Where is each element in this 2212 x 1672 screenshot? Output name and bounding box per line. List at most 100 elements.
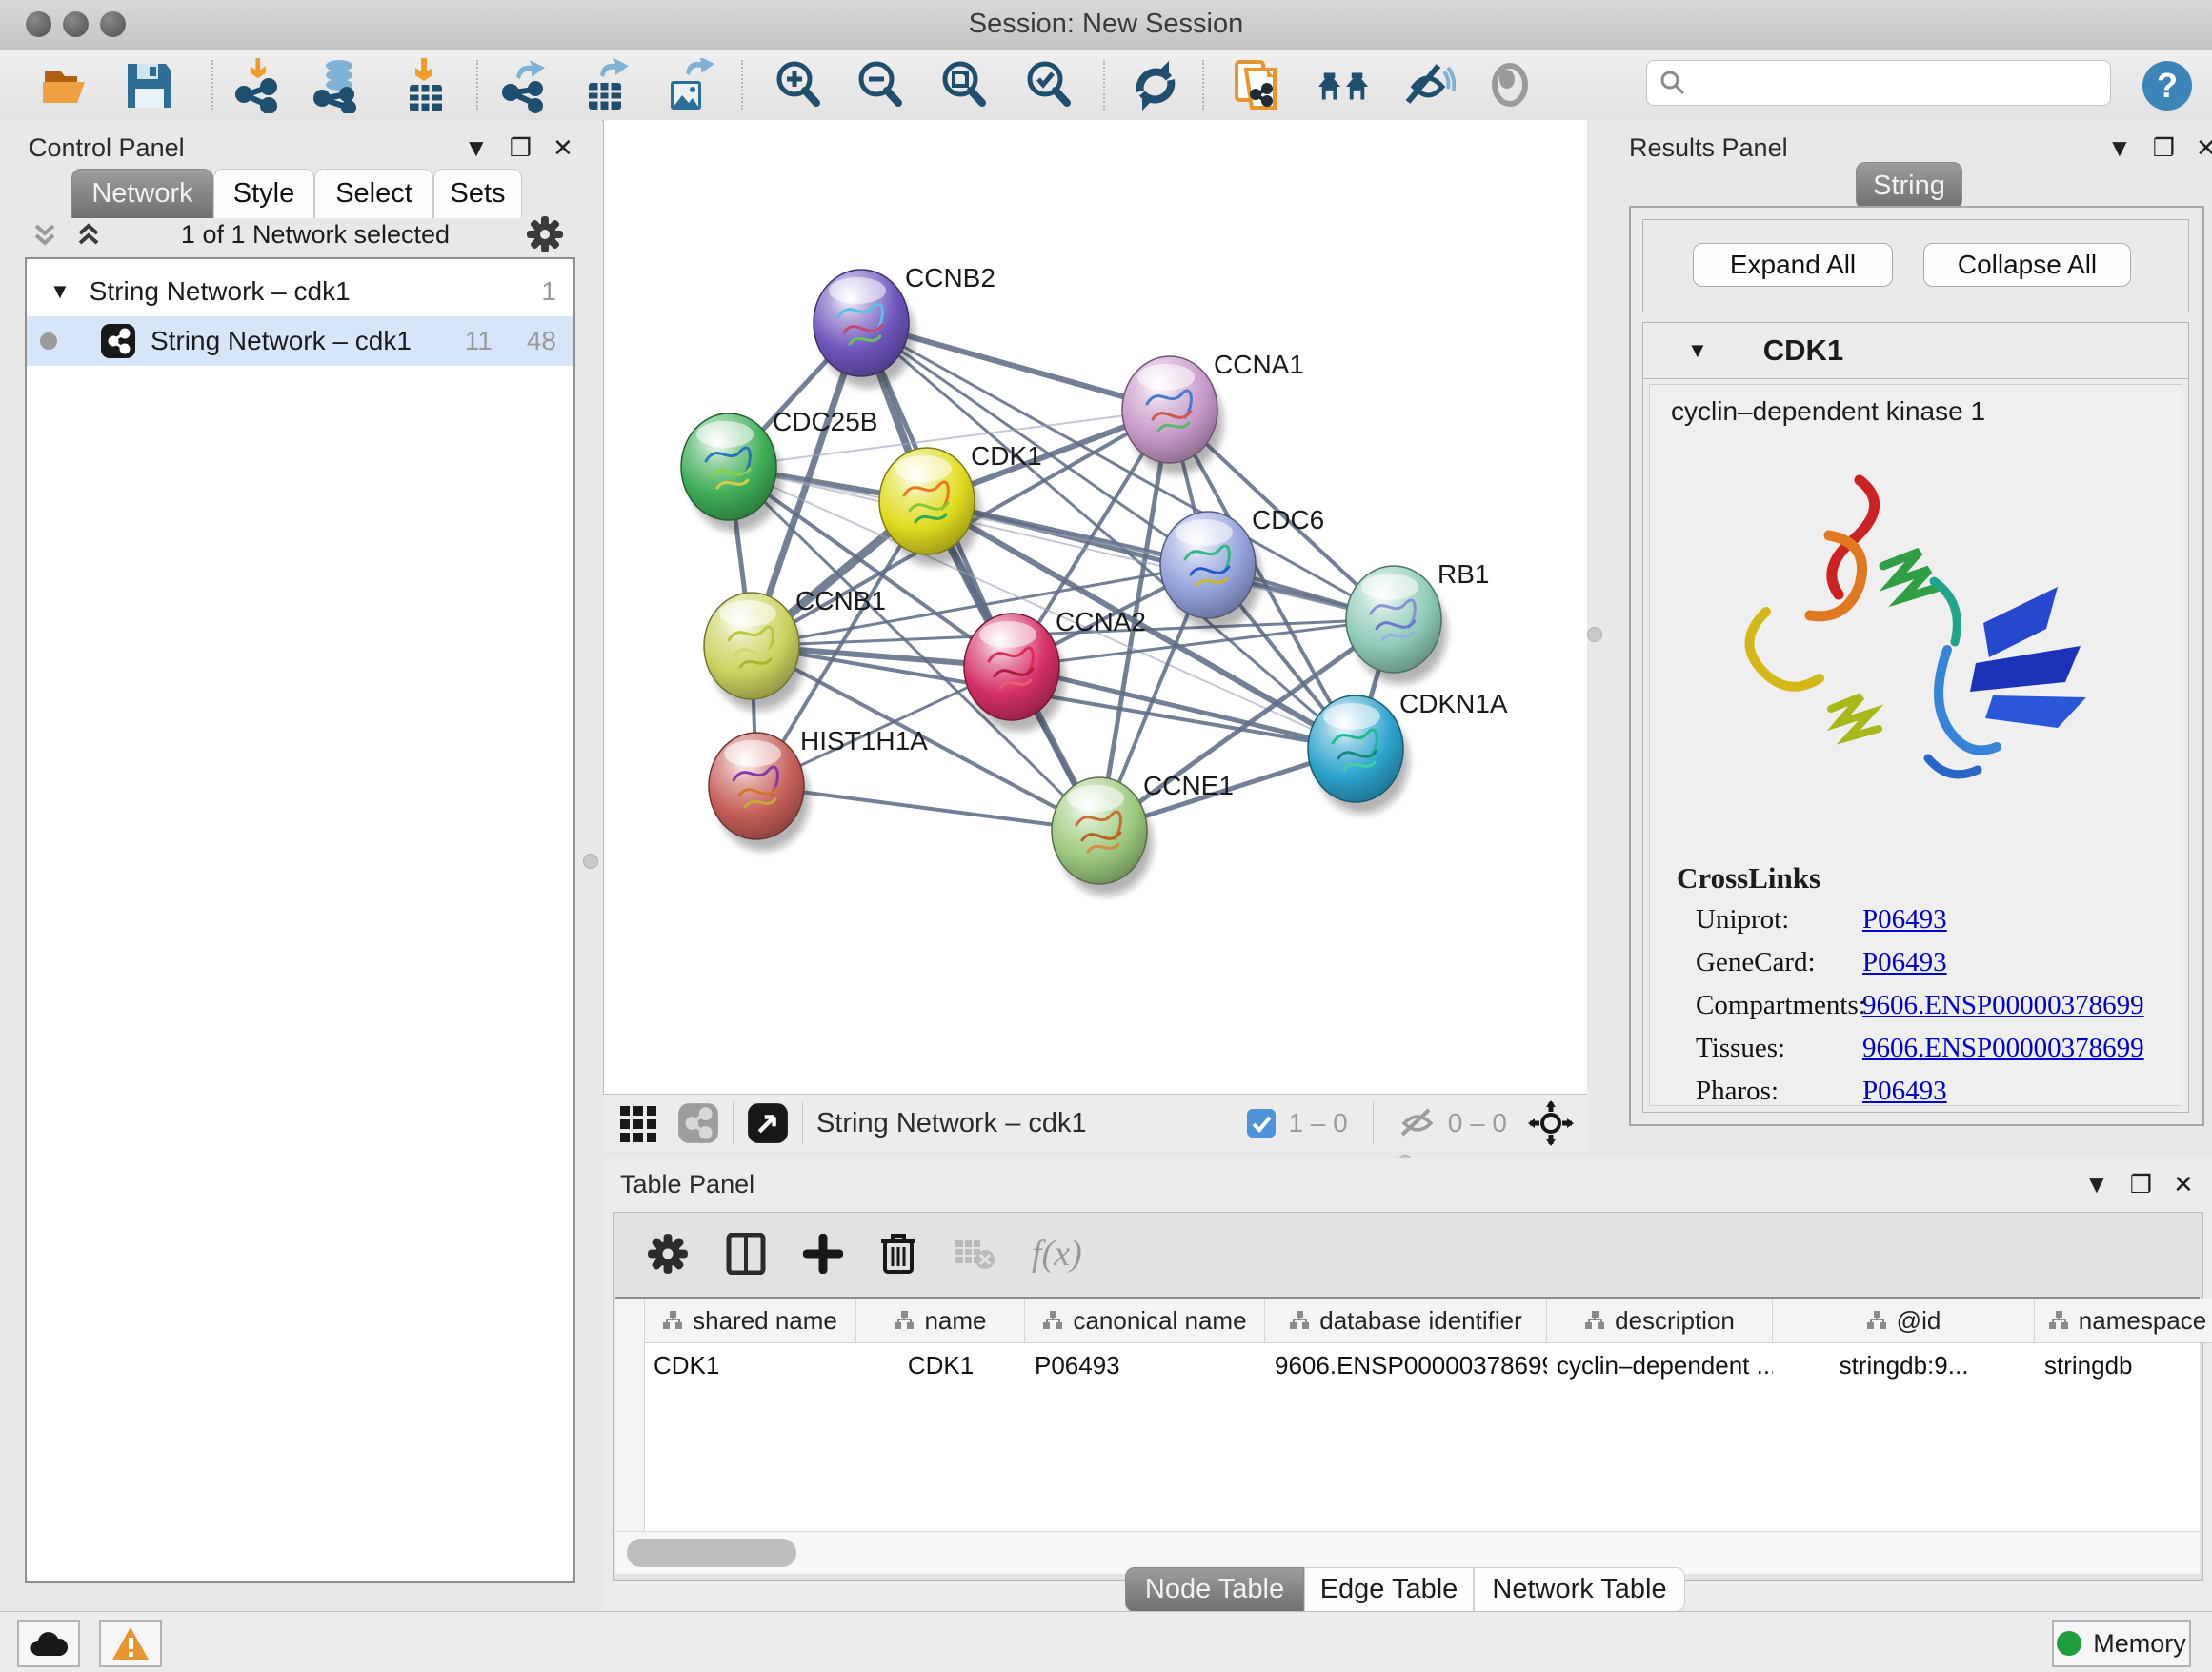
expand-collapse-bar: Expand All Collapse All	[1642, 219, 2189, 312]
table-cell[interactable]: CDK1	[644, 1343, 856, 1387]
search-input[interactable]	[1687, 68, 2091, 99]
network-collection-row[interactable]: ▼ String Network – cdk1 1	[27, 267, 573, 316]
network-node[interactable]: RB1	[1346, 559, 1489, 684]
zoom-out-icon[interactable]	[854, 58, 909, 113]
panel-menu-icon[interactable]: ▼	[2084, 1170, 2109, 1199]
crosslink-link[interactable]: 9606.ENSP00000378699	[1862, 990, 2144, 1021]
crosslink-link[interactable]: 9606.ENSP00000378699	[1862, 1033, 2144, 1064]
expand-all-button[interactable]: Expand All	[1693, 243, 1893, 287]
column-header-description[interactable]: description	[1547, 1299, 1773, 1343]
network-view-mode-icon[interactable]	[677, 1102, 719, 1144]
table-cell[interactable]: stringdb:9...	[1773, 1343, 2035, 1387]
grid-view-icon[interactable]	[618, 1102, 660, 1144]
function-builder-icon: f(x)	[1032, 1233, 1082, 1275]
network-node[interactable]: CCNE1	[1052, 771, 1234, 896]
column-header-shared-name[interactable]: shared name	[644, 1299, 856, 1343]
float-panel-icon[interactable]: ❐	[2130, 1170, 2152, 1199]
float-panel-icon[interactable]: ❐	[2153, 133, 2175, 163]
table-options-gear-icon[interactable]	[647, 1233, 689, 1275]
open-session-icon[interactable]	[38, 58, 93, 113]
network-node[interactable]: CDK1	[879, 441, 1042, 566]
network-node[interactable]: CCNB2	[814, 263, 995, 388]
first-neighbors-icon[interactable]	[1317, 58, 1372, 113]
float-panel-icon[interactable]: ❐	[510, 133, 532, 163]
table-cell[interactable]: 9606.ENSP00000378699	[1265, 1343, 1547, 1387]
delete-column-icon[interactable]	[879, 1232, 917, 1276]
network-tree: ▼ String Network – cdk1 1 String Network…	[25, 257, 575, 1583]
birds-eye-view-icon[interactable]	[1528, 1100, 1574, 1146]
table-panel-title: Table Panel	[620, 1170, 754, 1199]
column-header-namespace[interactable]: namespace	[2035, 1299, 2212, 1343]
table-cell[interactable]: P06493	[1025, 1343, 1265, 1387]
panel-menu-icon[interactable]: ▼	[2107, 133, 2132, 163]
import-table-from-file-icon[interactable]	[398, 58, 453, 113]
network-node[interactable]: CCNA1	[1122, 350, 1304, 474]
section-collapse-icon[interactable]: ▼	[1687, 338, 1708, 363]
export-image-icon[interactable]	[663, 58, 718, 113]
close-panel-icon[interactable]: ✕	[553, 133, 573, 163]
cdk1-section-header[interactable]: ▼ CDK1	[1643, 323, 2188, 379]
crosslink-link[interactable]: P06493	[1862, 1076, 1947, 1107]
collapse-all-icon[interactable]	[29, 218, 61, 251]
network-options-gear-icon[interactable]	[526, 215, 564, 253]
crosslink-link[interactable]: P06493	[1862, 904, 1947, 936]
table-cell[interactable]: CDK1	[856, 1343, 1025, 1387]
tab-select[interactable]: Select	[314, 169, 433, 218]
panel-menu-icon[interactable]: ▼	[464, 133, 489, 163]
column-header-database-identifier[interactable]: database identifier	[1265, 1299, 1547, 1343]
tab-network-table[interactable]: Network Table	[1474, 1567, 1685, 1612]
tab-edge-table[interactable]: Edge Table	[1304, 1567, 1474, 1612]
tab-style[interactable]: Style	[213, 169, 314, 218]
column-header-canonical-name[interactable]: canonical name	[1025, 1299, 1265, 1343]
create-column-icon[interactable]	[803, 1234, 843, 1274]
collapse-all-button[interactable]: Collapse All	[1923, 243, 2131, 287]
network-node[interactable]: HIST1H1A	[709, 726, 928, 851]
expand-all-icon[interactable]	[72, 218, 105, 251]
column-header-@id[interactable]: @id	[1773, 1299, 2035, 1343]
close-panel-icon[interactable]: ✕	[2173, 1170, 2194, 1199]
warnings-button[interactable]	[99, 1620, 162, 1667]
table-cell[interactable]: cyclin–dependent ...	[1547, 1343, 1773, 1387]
tab-string[interactable]: String	[1856, 162, 1962, 210]
node-table: shared name name canonical name database…	[615, 1297, 2200, 1533]
zoom-selected-icon[interactable]	[1022, 58, 1077, 113]
table-panel-window-controls: ▼ ❐ ✕	[2084, 1170, 2194, 1199]
tree-expand-icon[interactable]: ▼	[50, 279, 70, 304]
selected-checkbox-icon[interactable]	[1246, 1108, 1277, 1138]
import-network-from-file-icon[interactable]	[231, 58, 286, 113]
table-hscrollbar-thumb[interactable]	[627, 1539, 796, 1567]
hide-selection-icon[interactable]	[1400, 58, 1456, 113]
memory-button[interactable]: Memory	[2052, 1620, 2191, 1667]
hidden-eye-icon[interactable]	[1398, 1108, 1437, 1138]
table-cell[interactable]: stringdb	[2035, 1343, 2212, 1387]
save-session-icon[interactable]	[122, 58, 177, 113]
show-columns-icon[interactable]	[725, 1233, 767, 1275]
new-network-from-selection-icon[interactable]	[1231, 58, 1286, 113]
tab-sets[interactable]: Sets	[433, 169, 522, 218]
left-splitter-handle[interactable]	[583, 854, 598, 869]
refresh-icon[interactable]	[1128, 58, 1183, 113]
tab-network[interactable]: Network	[71, 169, 213, 218]
show-all-icon[interactable]	[1482, 58, 1538, 113]
close-panel-icon[interactable]: ✕	[2196, 133, 2212, 163]
right-splitter-handle[interactable]	[1587, 627, 1602, 642]
network-node[interactable]: CDKN1A	[1308, 689, 1508, 814]
import-network-from-database-icon[interactable]	[311, 58, 366, 113]
crosslink-link[interactable]: P06493	[1862, 947, 1947, 978]
zoom-in-icon[interactable]	[772, 58, 827, 113]
tab-node-table[interactable]: Node Table	[1125, 1567, 1304, 1612]
network-node[interactable]: CCNB1	[704, 586, 886, 711]
detach-view-icon[interactable]	[747, 1102, 789, 1144]
network-node[interactable]: CDC25B	[681, 407, 877, 532]
column-header-name[interactable]: name	[856, 1299, 1025, 1343]
cloud-button[interactable]	[17, 1620, 80, 1667]
help-icon[interactable]: ?	[2140, 58, 2195, 113]
network-canvas[interactable]: CCNB2 CCNA1 CDC25B	[603, 120, 1588, 1094]
search-field[interactable]	[1646, 60, 2111, 106]
zoom-fit-content-icon[interactable]	[937, 58, 993, 113]
network-label: String Network – cdk1	[151, 326, 412, 356]
node-label: CCNB2	[905, 263, 995, 292]
network-row-selected[interactable]: String Network – cdk1 11 48	[27, 316, 573, 366]
export-table-icon[interactable]	[579, 58, 634, 113]
export-network-icon[interactable]	[497, 58, 553, 113]
